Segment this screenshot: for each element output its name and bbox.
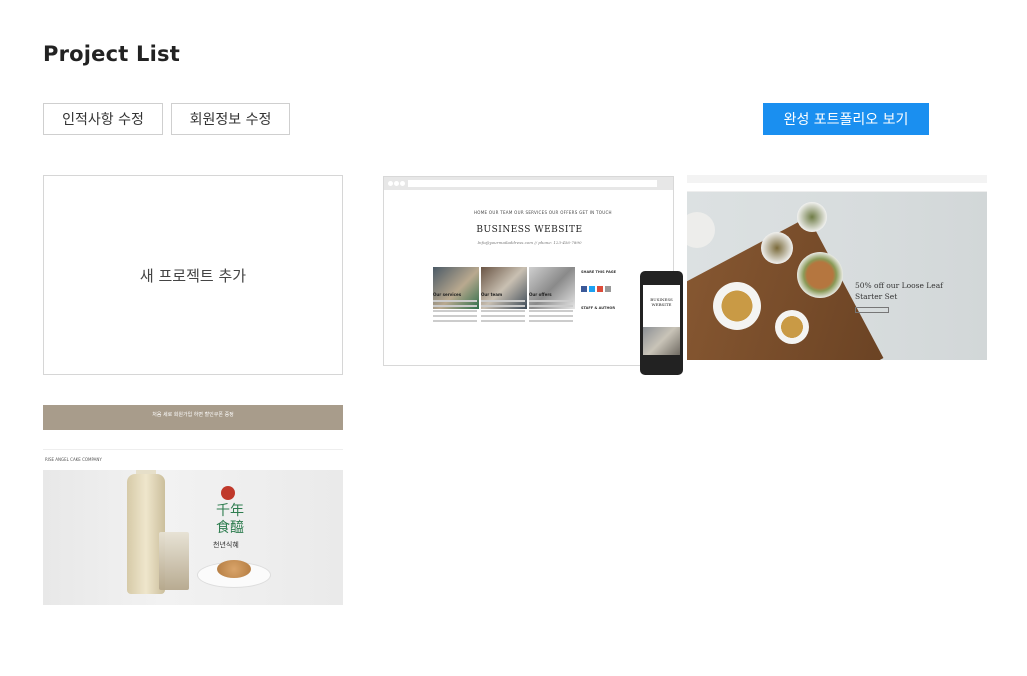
phone-title: BUSINESS WEBSITE <box>650 297 673 307</box>
thumbnail-subtitle: Info@yourmailaddress.com // phone: 123-4… <box>477 240 582 245</box>
thumbnail-title: BUSINESS WEBSITE <box>476 225 583 235</box>
add-project-label: 새 프로젝트 추가 <box>139 266 247 285</box>
edit-member-info-button[interactable]: 회원정보 수정 <box>171 103 290 135</box>
phone-mockup: BUSINESS WEBSITE <box>640 271 683 375</box>
thumbnail-column-title: Our offers <box>529 292 552 297</box>
thumbnail-sidebar: SHARE THIS PAGE STAFF & AUTHOR <box>581 270 617 310</box>
project-thumbnail: HOME OUR TEAM OUR SERVICES OUR OFFERS GE… <box>383 176 674 366</box>
project-thumbnail: 千年 食醯 천년식혜 <box>43 470 343 605</box>
project-card-angel-cake[interactable]: 처음 세로 회원가입 하면 할인쿠폰 증정 RISE ANGEL CAKE CO… <box>43 405 343 605</box>
project-card-tea-shop[interactable]: 50% off our Loose Leaf Starter Set <box>687 175 987 375</box>
view-portfolio-button[interactable]: 완성 포트폴리오 보기 <box>763 103 929 135</box>
hero-text: 50% off our Loose Leaf Starter Set <box>855 281 943 301</box>
hero-korean: 천년식혜 <box>213 541 239 549</box>
add-project-card[interactable]: 새 프로젝트 추가 <box>43 175 343 375</box>
thumbnail-column-title: Our services <box>433 292 462 297</box>
promo-banner: 처음 세로 회원가입 하면 할인쿠폰 증정 <box>152 412 234 418</box>
thumbnail-column-title: Our team <box>481 292 503 297</box>
brand-logo-icon <box>221 486 235 500</box>
thumbnail-nav: HOME OUR TEAM OUR SERVICES OUR OFFERS GE… <box>474 210 612 215</box>
edit-personal-info-button[interactable]: 인적사항 수정 <box>43 103 163 135</box>
page-title: Project List <box>43 42 180 66</box>
brand-name: RISE ANGEL CAKE COMPANY <box>45 457 102 462</box>
project-thumbnail: 50% off our Loose Leaf Starter Set <box>687 192 987 360</box>
hero-hanja: 千年 食醯 <box>216 503 244 536</box>
project-card-business-website[interactable]: HOME OUR TEAM OUR SERVICES OUR OFFERS GE… <box>383 175 683 377</box>
